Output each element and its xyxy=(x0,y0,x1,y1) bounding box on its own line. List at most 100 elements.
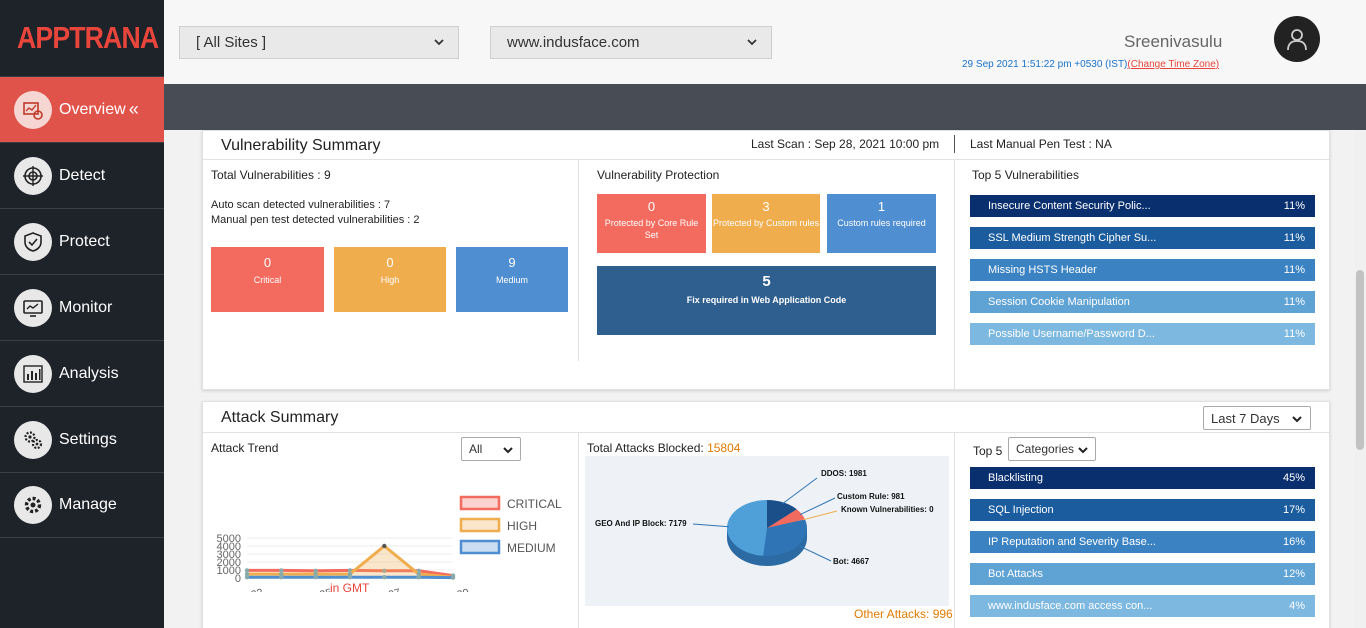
attack-pie-chart: GEO And IP Block: 7179 DDOS: 1981 Custom R… xyxy=(595,469,934,566)
site-group-select[interactable]: [ All Sites ] xyxy=(179,26,459,59)
nav-overview[interactable]: Overview « xyxy=(0,76,164,142)
nav-monitor[interactable]: Monitor xyxy=(0,274,164,340)
scrollbar-thumb[interactable] xyxy=(1356,270,1364,450)
last-scan: Last Scan : Sep 28, 2021 10:00 pm xyxy=(751,137,940,151)
nav-analysis-label: Analysis xyxy=(59,364,119,382)
header-divider xyxy=(954,135,955,153)
data-point xyxy=(382,575,387,580)
nav-detect[interactable]: Detect xyxy=(0,142,164,208)
top-vulnerability-label: Possible Username/Password D... xyxy=(988,328,1155,340)
chevron-down-icon xyxy=(434,39,444,46)
user-avatar[interactable] xyxy=(1274,16,1320,62)
fix-required-value: 5 xyxy=(762,273,771,290)
top-attack-label: IP Reputation and Severity Base... xyxy=(988,536,1156,548)
fix-required-label: Fix required in Web Application Code xyxy=(686,295,847,305)
overview-icon xyxy=(14,90,52,129)
panel-divider xyxy=(203,159,1331,160)
top5-category-select[interactable]: Categories xyxy=(1008,437,1096,461)
high-value: 0 xyxy=(386,255,394,270)
custom-rules-value: 3 xyxy=(762,199,770,214)
pie-slice-label: GEO And IP Block: 7179 xyxy=(595,519,687,528)
top-attack-percent: 45% xyxy=(1282,472,1305,484)
nav-manage[interactable]: Manage xyxy=(0,472,164,538)
custom-rules-card[interactable]: 3 Protected by Custom rules xyxy=(712,194,820,253)
user-icon xyxy=(1287,29,1307,51)
top-attack-bar[interactable]: Bot Attacks 12% xyxy=(970,563,1315,585)
fix-required-card[interactable]: 5 Fix required in Web Application Code xyxy=(597,266,936,335)
medium-count-card[interactable]: 9 Medium xyxy=(456,247,568,312)
top-vulnerability-bar[interactable]: Session Cookie Manipulation 11% xyxy=(970,291,1315,313)
top-vulnerability-percent: 11% xyxy=(1283,200,1305,212)
legend-swatch xyxy=(459,539,501,555)
nav-settings-label: Settings xyxy=(59,430,117,448)
detect-icon xyxy=(14,156,52,195)
core-rule-value: 0 xyxy=(647,199,656,214)
auto-scan-count: Auto scan detected vulnerabilities : 7 xyxy=(211,199,391,211)
core-rule-card[interactable]: 0 Protected by Core Rule Set xyxy=(597,194,706,253)
top-vulnerability-bar[interactable]: Possible Username/Password D... 11% xyxy=(970,323,1315,345)
data-point xyxy=(244,575,250,580)
high-label: High xyxy=(380,275,400,285)
legend-swatch xyxy=(459,495,501,511)
x-tick-label: Sep 23 xyxy=(228,587,265,592)
vulnerability-summary-title: Vulnerability Summary xyxy=(221,137,381,154)
chevron-down-icon xyxy=(747,39,757,46)
top-vulnerability-label: Insecure Content Security Polic... xyxy=(988,200,1151,212)
high-count-card[interactable]: 0 High xyxy=(334,247,446,312)
site-value: www.indusface.com xyxy=(507,34,640,51)
site-select[interactable]: www.indusface.com xyxy=(490,26,772,59)
other-attacks: Other Attacks: 996 xyxy=(854,607,953,621)
top-attack-bar[interactable]: IP Reputation and Severity Base... 16% xyxy=(970,531,1315,553)
gmt-note: in GMT xyxy=(330,581,370,595)
apptrana-logo[interactable]: APPTRANA xyxy=(0,0,164,76)
attack-summary-title: Attack Summary xyxy=(221,409,339,426)
top5-category-value: Categories xyxy=(1016,442,1075,456)
collapse-chevron-icon[interactable]: « xyxy=(129,99,139,120)
top-vulnerability-label: Missing HSTS Header xyxy=(988,264,1097,276)
vulnerability-protection-title: Vulnerability Protection xyxy=(597,168,720,182)
panel-divider xyxy=(203,432,1331,433)
top-vulnerability-percent: 11% xyxy=(1283,232,1305,244)
change-time-zone-link[interactable]: (Change Time Zone) xyxy=(1127,59,1219,70)
top-attack-label: SQL Injection xyxy=(988,504,1054,516)
user-name: Sreenivasulu xyxy=(1124,32,1223,51)
nav-settings[interactable]: Settings xyxy=(0,406,164,472)
top-attack-bar[interactable]: SQL Injection 17% xyxy=(970,499,1315,521)
critical-label: Critical xyxy=(253,275,282,285)
top-vulnerability-bar[interactable]: Insecure Content Security Polic... 11% xyxy=(970,195,1315,217)
top-attack-label: www.indusface.com access con... xyxy=(988,600,1153,612)
trend-filter-select[interactable]: All xyxy=(461,437,521,461)
total-attacks-label: Total Attacks Blocked: xyxy=(587,441,704,455)
custom-rules-required-label: Custom rules required xyxy=(837,218,926,228)
top-vulnerability-bar[interactable]: Missing HSTS Header 11% xyxy=(970,259,1315,281)
top-attack-percent: 17% xyxy=(1282,504,1305,516)
data-point xyxy=(450,575,456,580)
nav-monitor-label: Monitor xyxy=(59,298,113,316)
column-divider xyxy=(578,432,579,628)
legend-label: HIGH xyxy=(507,519,537,533)
x-tick-label: Sep 27 xyxy=(365,587,402,592)
nav-analysis[interactable]: Analysis xyxy=(0,340,164,406)
top-vulnerability-bar[interactable]: SSL Medium Strength Cipher Su... 11% xyxy=(970,227,1315,249)
attack-trend-title: Attack Trend xyxy=(211,441,279,455)
custom-rules-required-card[interactable]: 1 Custom rules required xyxy=(827,194,936,253)
x-tick-label: Sep 25 xyxy=(296,587,333,592)
core-rule-label: Protected by Core Rule Set xyxy=(604,218,699,240)
data-point xyxy=(416,575,421,580)
total-attacks-value: 15804 xyxy=(707,441,741,455)
nav-protect[interactable]: Protect xyxy=(0,208,164,274)
custom-rules-required-value: 1 xyxy=(877,199,886,214)
pie-leader-line xyxy=(803,510,838,521)
top-attack-bar[interactable]: www.indusface.com access con... 4% xyxy=(970,595,1315,617)
critical-count-card[interactable]: 0 Critical xyxy=(211,247,324,312)
top-attack-bar[interactable]: Blacklisting 45% xyxy=(970,467,1315,489)
period-select[interactable]: Last 7 Days xyxy=(1203,406,1311,430)
top-attack-label: Blacklisting xyxy=(988,472,1044,484)
top5-prefix: Top 5 xyxy=(973,444,1003,458)
total-vulnerabilities: Total Vulnerabilities : 9 xyxy=(211,168,331,182)
pie-slice-label: DDOS: 1981 xyxy=(821,469,867,478)
vertical-scrollbar[interactable] xyxy=(1354,130,1366,628)
pie-leader-line xyxy=(692,523,730,528)
custom-rules-label: Protected by Custom rules xyxy=(712,218,820,228)
manual-pen-count: Manual pen test detected vulnerabilities… xyxy=(211,214,420,226)
